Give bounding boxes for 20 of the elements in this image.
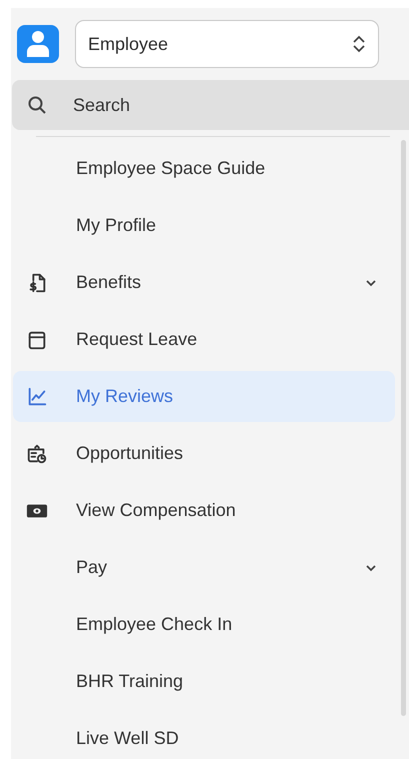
nav-item[interactable]: My Profile [13,200,395,251]
nav-item[interactable]: Benefits [13,257,395,308]
chevron-down-icon [365,564,377,572]
nav-item[interactable]: Pay [13,542,395,593]
nav-item[interactable]: Employee Space Guide [13,143,395,194]
nav-item[interactable]: My Reviews [13,371,395,422]
nav-item[interactable]: Request Leave [13,314,395,365]
up-down-chevron-icon [352,35,366,53]
user-avatar-icon[interactable] [17,25,59,63]
nav-item[interactable]: Opportunities [13,428,395,479]
search-bar[interactable]: Search [12,80,409,130]
nav-item[interactable]: View Compensation [13,485,395,536]
chart-icon [26,386,48,408]
search-icon [27,95,47,115]
nav-item[interactable]: Live Well SD [13,713,395,759]
space-select[interactable]: Employee [75,20,379,68]
nav-item[interactable]: BHR Training [13,656,395,707]
briefcase-clock-icon [26,442,48,464]
nav-item[interactable]: Employee Check In [13,599,395,650]
chevron-down-icon [365,278,377,286]
